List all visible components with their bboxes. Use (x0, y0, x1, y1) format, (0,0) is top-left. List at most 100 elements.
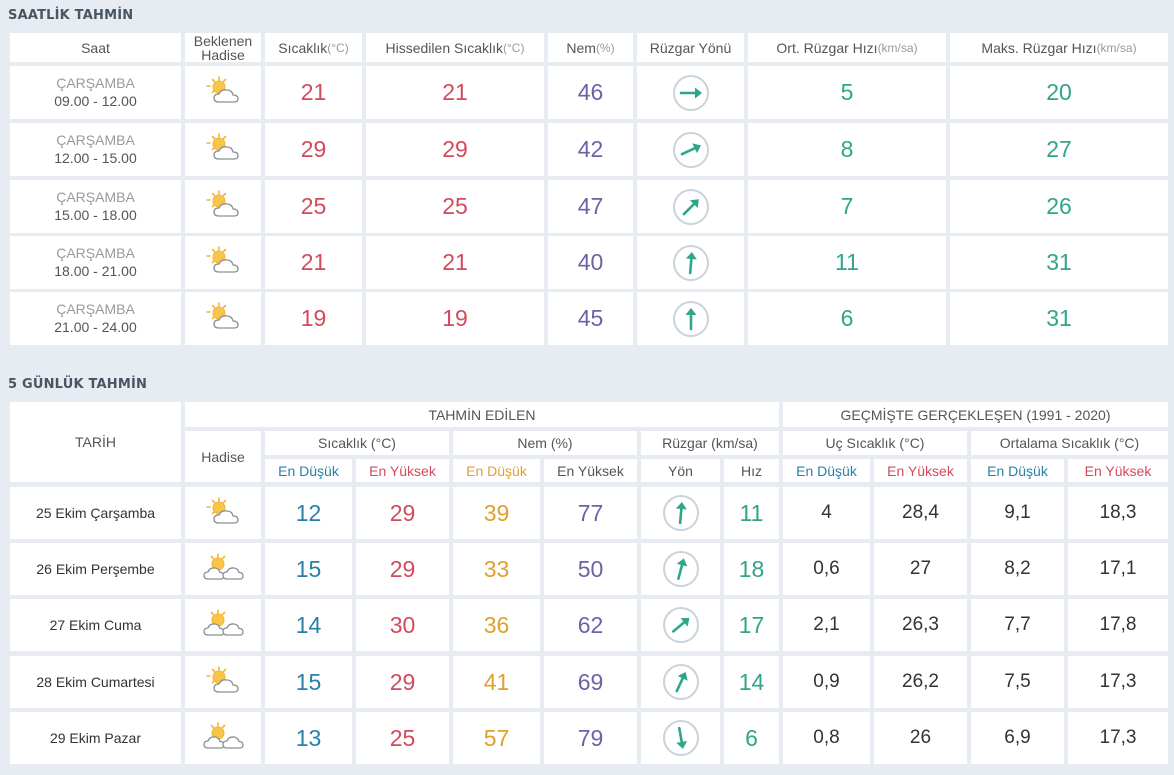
feels-like: 25 (442, 193, 468, 219)
subheader-label: Yön (668, 462, 693, 479)
wind-direction-arrow-icon (672, 131, 710, 169)
daily-hmin-cell: 41 (453, 656, 540, 708)
daily-header-uc-sicaklik: Uç Sıcaklık (°C) (783, 431, 967, 455)
partly-cloudy-icon (204, 665, 242, 700)
hourly-humidity-cell: 45 (548, 292, 633, 345)
daily-ext-max-cell: 26,2 (874, 656, 967, 708)
hourly-feels-cell: 21 (366, 236, 544, 289)
header-nem: Nem (%) (517, 435, 573, 451)
daily-wind-dir-cell (641, 712, 720, 764)
wind-speed: 18 (738, 555, 765, 582)
hourly-max-wind-cell: 31 (950, 292, 1168, 345)
unit: (%) (595, 40, 615, 55)
wind-direction-arrow-icon (662, 606, 700, 644)
subheader-label: En Düşük (278, 462, 339, 479)
wind-direction-arrow-icon (662, 663, 700, 701)
extreme-max: 27 (909, 558, 932, 579)
temp-max: 30 (389, 611, 416, 638)
sun-clouds-icon (202, 721, 244, 756)
daily-subheader-cell: En Düşük (265, 459, 352, 482)
daily-hmax-cell: 50 (544, 543, 637, 595)
hourly-header-cell: Sıcaklık (°C) (265, 33, 362, 62)
daily-date-cell: 25 Ekim Çarşamba (10, 487, 181, 539)
temperature: 29 (300, 136, 327, 162)
header-tahmin-edilen: TAHMİN EDİLEN (428, 406, 536, 423)
daily-avg-min-cell: 6,9 (971, 712, 1064, 764)
daily-ext-min-cell: 0,6 (783, 543, 870, 595)
humidity-min: 41 (483, 668, 510, 695)
daily-header-hadise: Hadise (185, 431, 261, 482)
wind-speed: 6 (745, 724, 758, 751)
hourly-avg-wind-cell: 6 (748, 292, 946, 345)
temp-min: 14 (295, 611, 322, 638)
hourly-icon-cell (185, 123, 261, 176)
average-min: 7,5 (1004, 671, 1031, 692)
partly-cloudy-icon (204, 132, 242, 167)
partly-cloudy-icon (204, 496, 242, 531)
daily-header-gecmiste: GEÇMİŞTE GERÇEKLEŞEN (1991 - 2020) (783, 402, 1168, 427)
temp-max: 25 (389, 724, 416, 751)
sun-clouds-icon (202, 552, 244, 587)
wind-direction-arrow-icon (672, 300, 710, 338)
extreme-min: 0,8 (813, 727, 840, 748)
humidity: 45 (577, 305, 604, 331)
daily-hmax-cell: 79 (544, 712, 637, 764)
daily-wind-speed-cell: 14 (724, 656, 779, 708)
header-saat: Saat (81, 39, 110, 56)
daily-wind-speed-cell: 11 (724, 487, 779, 539)
hourly-feels-cell: 19 (366, 292, 544, 345)
daily-hmin-cell: 39 (453, 487, 540, 539)
humidity-min: 57 (483, 724, 510, 751)
header-ruzgar: Rüzgar (km/sa) (662, 435, 758, 451)
average-max: 17,3 (1099, 727, 1137, 748)
temperature: 21 (300, 79, 327, 105)
daily-header-ruzgar: Rüzgar (km/sa) (641, 431, 779, 455)
date: 26 Ekim Perşembe (36, 561, 155, 577)
daily-avg-min-cell: 7,7 (971, 599, 1064, 651)
wind-speed: 11 (739, 499, 764, 526)
daily-avg-max-cell: 17,8 (1068, 599, 1168, 651)
hourly-humidity-cell: 40 (548, 236, 633, 289)
hourly-icon-cell (185, 180, 261, 233)
hourly-max-wind-cell: 26 (950, 180, 1168, 233)
hourly-header-cell: Ort. Rüzgar Hızı (km/sa) (748, 33, 946, 62)
wind-speed: 14 (738, 668, 765, 695)
daily-icon-cell (185, 656, 261, 708)
daily-wind-dir-cell (641, 599, 720, 651)
humidity-max: 69 (577, 668, 604, 695)
hourly-avg-wind-cell: 5 (748, 66, 946, 119)
date: 27 Ekim Cuma (49, 617, 142, 633)
temp-min: 13 (295, 724, 322, 751)
daily-avg-min-cell: 9,1 (971, 487, 1064, 539)
day-name: ÇARŞAMBA (56, 131, 135, 148)
header-ort-ruzgar: Ort. Rüzgar Hızı (776, 39, 878, 56)
avg-wind: 8 (840, 136, 854, 162)
daily-subheader-cell: Yön (641, 459, 720, 482)
temp-min: 15 (295, 668, 322, 695)
hourly-time-cell: ÇARŞAMBA 09.00 - 12.00 (10, 66, 181, 119)
hourly-max-wind-cell: 27 (950, 123, 1168, 176)
daily-avg-min-cell: 8,2 (971, 543, 1064, 595)
header-hadise: Beklenen Hadise (193, 32, 253, 63)
header-ruzgar-yonu: Rüzgar Yönü (649, 39, 732, 56)
extreme-max: 26 (909, 727, 932, 748)
subheader-label: En Yüksek (557, 462, 624, 479)
subheader-label: En Düşük (987, 462, 1048, 479)
partly-cloudy-icon (204, 189, 242, 224)
temp-max: 29 (389, 499, 416, 526)
subheader-label: En Düşük (796, 462, 857, 479)
humidity-min: 39 (483, 499, 510, 526)
humidity-min: 33 (483, 555, 510, 582)
daily-ext-min-cell: 2,1 (783, 599, 870, 651)
avg-wind: 5 (840, 79, 854, 105)
daily-ext-max-cell: 27 (874, 543, 967, 595)
feels-like: 29 (442, 136, 468, 162)
partly-cloudy-icon (204, 245, 242, 280)
humidity-max: 77 (577, 499, 604, 526)
hourly-temp-cell: 21 (265, 236, 362, 289)
average-max: 18,3 (1099, 502, 1137, 523)
max-wind: 27 (1046, 136, 1072, 162)
daily-wind-dir-cell (641, 487, 720, 539)
daily-hmax-cell: 62 (544, 599, 637, 651)
avg-wind: 6 (840, 305, 854, 331)
